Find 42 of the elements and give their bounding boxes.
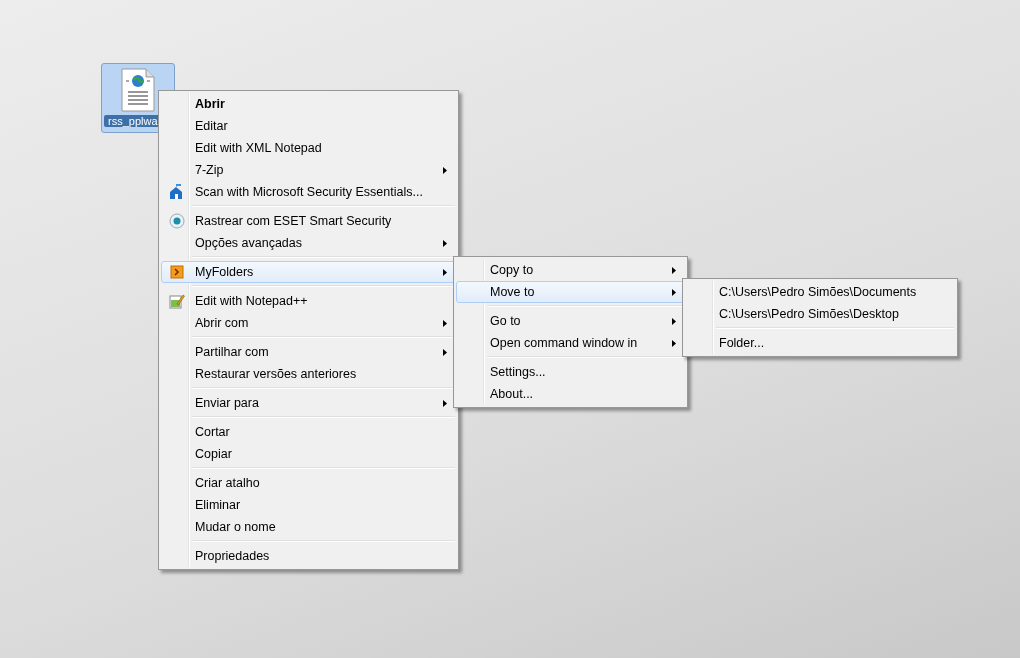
submenu-arrow-icon — [443, 399, 447, 407]
menu-item[interactable]: C:\Users\Pedro Simões\Desktop — [685, 303, 955, 325]
menu-item[interactable]: Copy to — [456, 259, 685, 281]
submenu-arrow-icon — [443, 348, 447, 356]
menu-item[interactable]: Opções avançadas — [161, 232, 456, 254]
menu-item[interactable]: Folder... — [685, 332, 955, 354]
menu-item[interactable]: Restaurar versões anteriores — [161, 363, 456, 385]
submenu-arrow-icon — [672, 288, 676, 296]
menu-item[interactable]: Go to — [456, 310, 685, 332]
submenu-arrow-icon — [443, 166, 447, 174]
submenu-arrow-icon — [443, 268, 447, 276]
menu-item[interactable]: Eliminar — [161, 494, 456, 516]
file-name-label: rss_pplwa — [104, 115, 160, 127]
menu-item[interactable]: Rastrear com ESET Smart Security — [161, 210, 456, 232]
menu-item[interactable]: Partilhar com — [161, 341, 456, 363]
menu-item[interactable]: Open command window in — [456, 332, 685, 354]
submenu-arrow-icon — [443, 319, 447, 327]
menu-item[interactable]: MyFolders — [161, 261, 456, 283]
menu-item[interactable]: 7-Zip — [161, 159, 456, 181]
notepad-icon — [169, 293, 185, 309]
house-icon — [169, 184, 185, 200]
menu-item[interactable]: Settings... — [456, 361, 685, 383]
menu-item[interactable]: Edit with Notepad++ — [161, 290, 456, 312]
xml-document-icon — [120, 68, 156, 112]
menu-item[interactable]: Propriedades — [161, 545, 456, 567]
menu-item[interactable]: Criar atalho — [161, 472, 456, 494]
menu-item[interactable]: C:\Users\Pedro Simões\Documents — [685, 281, 955, 303]
menu-item[interactable]: Abrir com — [161, 312, 456, 334]
submenu-arrow-icon — [443, 239, 447, 247]
menu-item[interactable]: About... — [456, 383, 685, 405]
menu-item[interactable]: Copiar — [161, 443, 456, 465]
menu-item[interactable]: Mudar o nome — [161, 516, 456, 538]
arrow-square-icon — [169, 264, 185, 280]
menu-item[interactable]: Cortar — [161, 421, 456, 443]
submenu-arrow-icon — [672, 266, 676, 274]
menu-item[interactable]: Move to — [456, 281, 685, 303]
menu-item[interactable]: Enviar para — [161, 392, 456, 414]
menu-item[interactable]: Scan with Microsoft Security Essentials... — [161, 181, 456, 203]
submenu-arrow-icon — [672, 317, 676, 325]
menu-item[interactable]: Edit with XML Notepad — [161, 137, 456, 159]
submenu-arrow-icon — [672, 339, 676, 347]
eye-icon — [169, 213, 185, 229]
